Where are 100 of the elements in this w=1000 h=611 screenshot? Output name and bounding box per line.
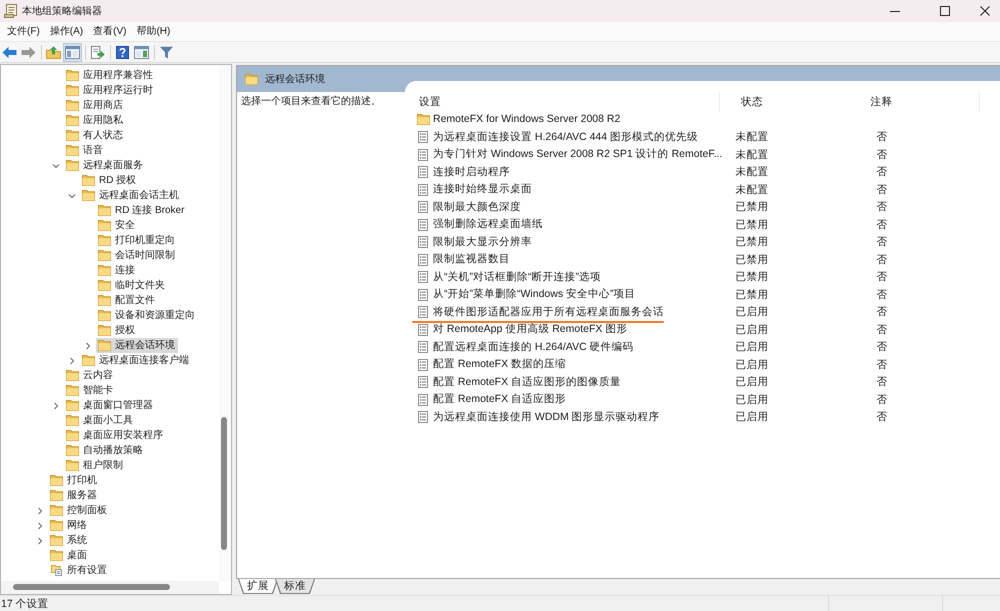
column-header[interactable]: 注释 (784, 92, 980, 111)
tree-item[interactable]: 应用隐私 (64, 113, 126, 128)
folder-icon (66, 130, 79, 141)
setting-name[interactable]: 从“开始”菜单删除“Windows 安全中心”项目 (433, 287, 636, 302)
chevron-right-icon[interactable] (36, 506, 44, 514)
setting-name[interactable]: 配置 RemoteFX 自适应图形的图像质量 (433, 374, 622, 390)
setting-comment: 否 (876, 322, 888, 337)
tree-item[interactable]: 桌面小工具 (64, 413, 136, 428)
menu-item[interactable]: 文件(F) (2, 22, 45, 40)
setting-name[interactable]: 连接时启动程序 (433, 164, 510, 180)
setting-name[interactable]: 配置 RemoteFX 自适应图形 (433, 392, 566, 408)
tree-item[interactable]: 应用程序兼容性 (64, 68, 156, 83)
setting-name[interactable]: 为专门针对 Windows Server 2008 R2 SP1 设计的 RemoteF... (433, 147, 722, 162)
scrollbar-thumb[interactable] (221, 417, 227, 550)
menu-item[interactable]: 操作(A) (44, 22, 88, 40)
tree-item[interactable]: 远程桌面连接客户端 (80, 353, 192, 368)
chevron-right-icon[interactable] (36, 536, 44, 544)
setting-state: 已启用 (736, 305, 768, 320)
view-tab[interactable]: 标准 (275, 579, 315, 594)
tree-item[interactable]: RD 连接 Broker (96, 203, 188, 218)
folder-icon (98, 235, 111, 246)
show-hide-tree-button[interactable] (63, 42, 82, 62)
setting-name[interactable]: 从“关机”对话框删除“断开连接”选项 (433, 270, 601, 285)
setting-name[interactable]: 将硬件图形适配器应用于所有远程桌面服务会话 (433, 304, 664, 320)
tree-item[interactable]: 打印机 (48, 473, 100, 488)
folder-icon (66, 415, 79, 426)
tree-item[interactable]: 所有设置 (48, 563, 110, 578)
tree-item[interactable]: 配置文件 (96, 293, 158, 308)
folder-icon (66, 100, 79, 111)
chevron-right-icon[interactable] (68, 356, 76, 364)
setting-comment: 否 (876, 252, 888, 267)
setting-comment: 否 (876, 270, 888, 284)
tree-item[interactable]: 服务器 (48, 488, 100, 503)
chevron-right-icon[interactable] (84, 342, 92, 350)
setting-comment: 否 (876, 182, 888, 197)
tree-item[interactable]: 远程桌面会话主机 (80, 188, 182, 203)
tree-item[interactable]: 云内容 (64, 368, 116, 383)
help-icon (115, 46, 130, 58)
folder-icon (98, 325, 111, 336)
setting-name[interactable]: 为远程桌面连接使用 WDDM 图形显示驱动程序 (433, 410, 660, 425)
tree-item[interactable]: 桌面应用安装程序 (64, 428, 166, 443)
chevron-right-icon[interactable] (52, 402, 60, 410)
setting-comment: 否 (876, 392, 888, 407)
minimize-icon (890, 10, 900, 12)
column-header[interactable]: 设置 (410, 92, 720, 111)
tree-item[interactable]: 网络 (48, 518, 90, 533)
scrollbar-thumb[interactable] (13, 584, 170, 590)
tree-item[interactable]: 系统 (48, 533, 90, 548)
setting-state: 已启用 (736, 410, 768, 424)
chevron-down-icon[interactable] (52, 162, 60, 170)
setting-state: 已禁用 (736, 270, 768, 284)
setting-document-icon (418, 324, 428, 336)
folder-icon (98, 310, 111, 321)
tree-item[interactable]: 智能卡 (64, 383, 116, 398)
setting-document-icon (418, 218, 428, 231)
tree-item[interactable]: 远程会话环境 (96, 338, 178, 353)
tree-item[interactable]: 授权 (96, 323, 138, 338)
setting-name[interactable]: 配置远程桌面连接的 H.264/AVC 硬件编码 (433, 340, 634, 355)
tree-item[interactable]: 语音 (64, 143, 106, 158)
setting-name[interactable]: 对 RemoteApp 使用高级 RemoteFX 图形 (433, 322, 628, 338)
window-title: 本地组策略编辑器 (22, 4, 102, 18)
setting-comment: 否 (876, 200, 888, 214)
folder-icon (98, 265, 111, 276)
tree-item[interactable]: 自动播放策略 (64, 443, 146, 458)
folder-icon (66, 430, 79, 441)
setting-name[interactable]: 限制最大显示分辨率 (433, 234, 532, 250)
menu-item[interactable]: 查看(V) (88, 22, 132, 40)
tree-item[interactable]: 安全 (96, 218, 138, 233)
tree-item[interactable]: 桌面窗口管理器 (64, 398, 156, 413)
document-arrow-icon (90, 46, 105, 58)
tree-item[interactable]: 桌面 (48, 548, 90, 563)
tree-item[interactable]: 远程桌面服务 (64, 158, 146, 173)
tree-item[interactable]: 租户限制 (64, 458, 126, 473)
tree-item[interactable]: 连接 (96, 263, 138, 278)
chevron-down-icon[interactable] (68, 192, 76, 200)
tree-item[interactable]: 应用商店 (64, 98, 126, 113)
chevron-right-icon[interactable] (36, 522, 44, 530)
setting-name[interactable]: 限制监视器数目 (433, 252, 510, 268)
tree-item[interactable]: 打印机重定向 (96, 233, 178, 248)
menu-item[interactable]: 帮助(H) (131, 22, 176, 40)
column-header[interactable]: 状态 (720, 92, 784, 111)
setting-comment: 否 (876, 165, 888, 180)
tree-item[interactable]: 会话时间限制 (96, 248, 178, 263)
folder-icon (82, 175, 95, 186)
setting-name[interactable]: 连接时始终显示桌面 (433, 182, 532, 198)
view-tab[interactable]: 扩展 (238, 579, 278, 594)
setting-name[interactable]: 限制最大颜色深度 (433, 200, 521, 215)
setting-name[interactable]: 配置 RemoteFX 数据的压缩 (433, 357, 566, 372)
setting-state: 已禁用 (736, 218, 768, 232)
setting-name[interactable]: 为远程桌面连接设置 H.264/AVC 444 图形模式的优先级 (433, 130, 698, 145)
folder-name[interactable]: RemoteFX for Windows Server 2008 R2 (433, 112, 620, 128)
setting-comment: 否 (876, 288, 888, 302)
tree-item[interactable]: 设备和资源重定向 (96, 308, 198, 323)
tree-item[interactable]: 临时文件夹 (96, 278, 168, 293)
tree-item[interactable]: 有人状态 (64, 128, 126, 143)
tree-item[interactable]: 控制面板 (48, 503, 110, 518)
setting-name[interactable]: 强制删除远程桌面墙纸 (433, 217, 543, 232)
filter-icon (159, 46, 174, 58)
tree-item[interactable]: RD 授权 (80, 173, 140, 188)
tree-item[interactable]: 应用程序运行时 (64, 83, 156, 98)
